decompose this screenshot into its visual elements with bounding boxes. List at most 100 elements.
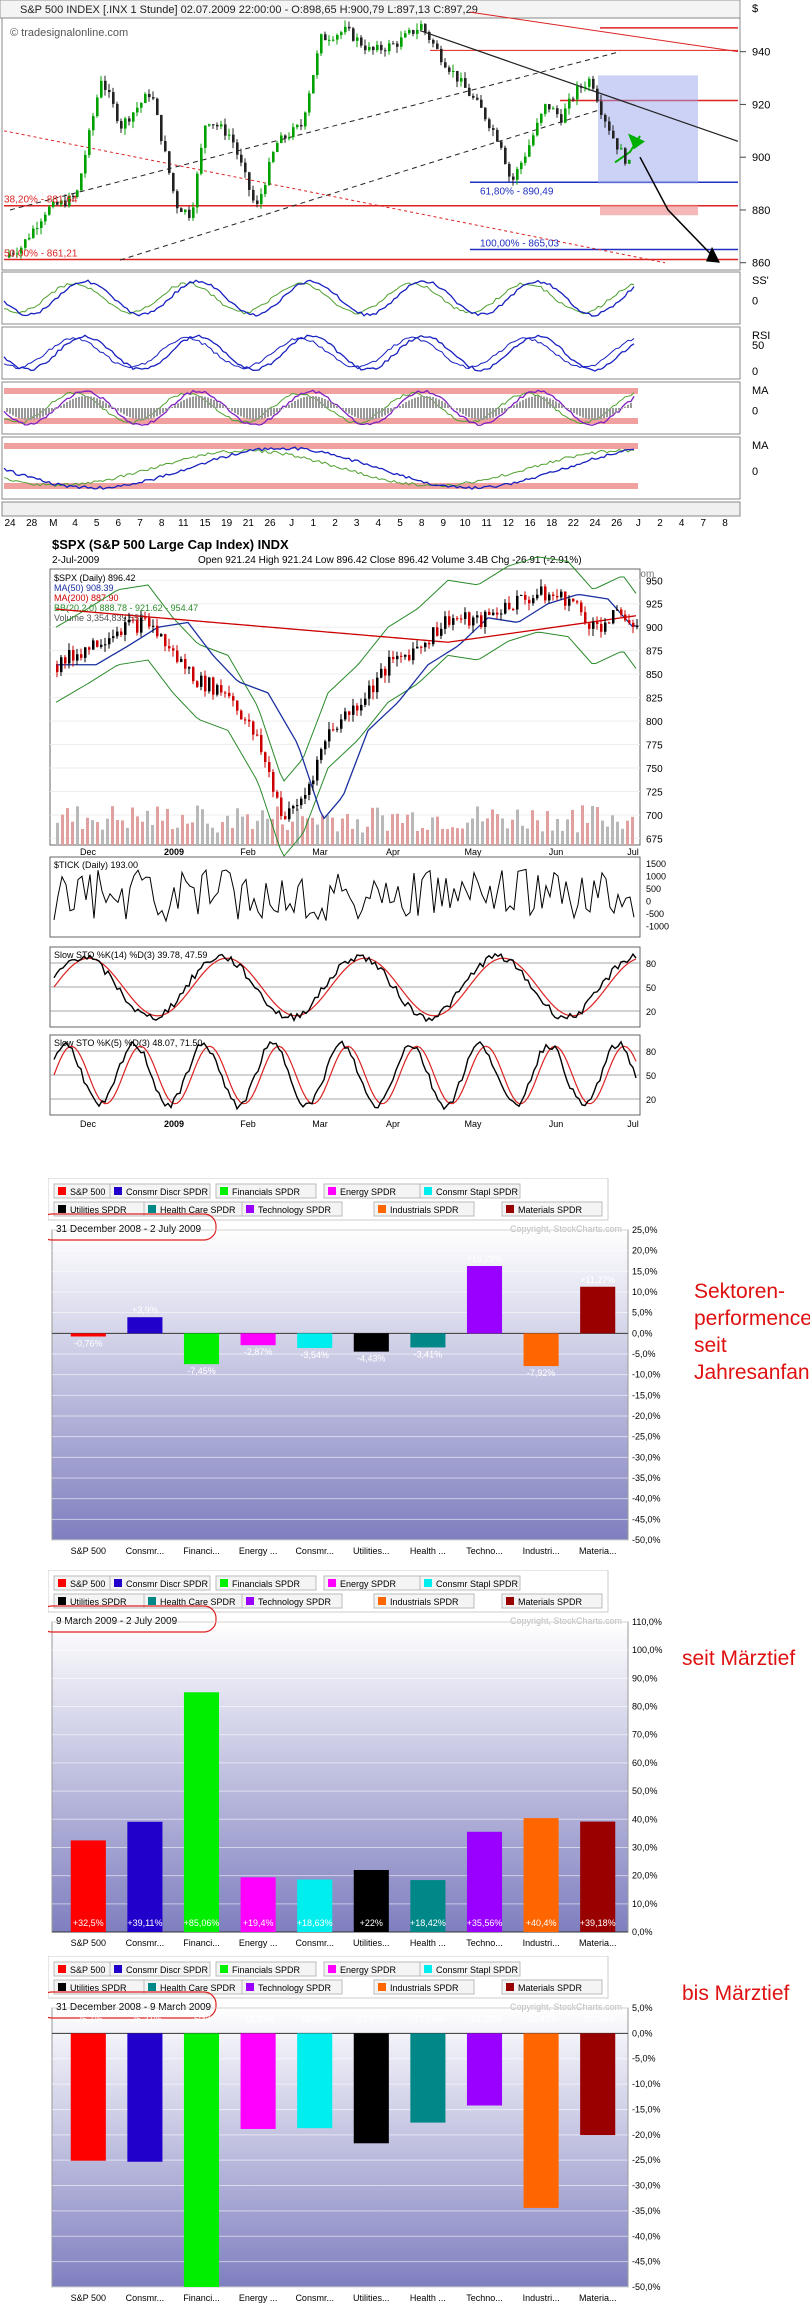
y-tick-label: 15,0% [632,1266,658,1276]
y-tick-label: 70,0% [632,1730,658,1740]
histogram-bar [552,399,554,408]
candle-body [92,116,95,131]
legend-label: S&P 500 [70,1579,105,1589]
sector-bar [297,1333,333,1348]
sector-chart-ytd: S&P 500 Consmr Discr SPDR Financials SPDR E… [48,1178,661,1556]
histogram-bar [411,399,413,408]
histogram-bar [105,402,107,408]
x-tick-label: J [289,518,294,529]
volume-bar [326,814,329,845]
candle-body [176,650,179,662]
candle-body [108,89,111,93]
volume-bar [586,822,589,845]
candle-body [280,135,283,143]
legend-entry: MA(50) 908.39 [54,583,114,593]
y-tick-label: 0,0% [632,1927,653,1937]
category-label: Industri... [523,2293,560,2303]
x-tick-label: 2 [657,518,663,529]
candle-body [240,710,243,720]
volume-bar [221,822,224,845]
histogram-bar [510,407,512,408]
candle-body [208,677,211,692]
histogram-bar [570,408,572,411]
volume-bar [511,819,514,845]
histogram-bar [120,408,122,413]
x-tick-label: Mar [312,1119,328,1129]
volume-bar [321,815,324,845]
volume-bar [56,822,59,845]
bar-value-label: +39,18% [580,1918,616,1928]
legend-entry: Volume 3,354,839,552 [54,613,144,623]
histogram-bar [165,408,167,412]
histogram-bar [522,400,524,408]
candle-body [248,172,251,190]
histogram-bar [354,408,356,417]
histogram-bar [429,396,431,408]
volume-bar [596,807,599,845]
price-tick-label: 700 [646,811,663,822]
price-tick-label: 750 [646,764,663,775]
volume-bar [481,821,484,845]
sector-bar [297,2033,333,2129]
candle-body [496,129,499,142]
candle-body [264,752,267,763]
category-label: Health ... [410,1938,446,1948]
candle-body [92,640,95,650]
x-tick-label: 15 [199,518,211,529]
volume-bar [61,814,64,845]
legend-swatch [148,1597,156,1605]
histogram-bar [84,396,86,408]
x-tick-label: Feb [240,1119,256,1129]
y-tick-label: 40,0% [632,1814,658,1824]
candle-body [468,87,471,96]
sector-bar [466,1266,503,1334]
volume-bar [441,828,444,845]
category-label: Consmr... [126,1546,165,1556]
candle-body [308,93,311,113]
candle-body [620,148,623,150]
candle-body [24,239,27,248]
volume-bar [96,822,99,845]
candle-body [508,163,511,177]
candle-body [288,137,291,139]
histogram-bar [489,408,491,419]
candle-body [224,692,227,694]
x-tick-label: 26 [611,518,623,529]
histogram-bar [465,408,467,416]
volume-bar [416,830,419,845]
candle-body [336,35,339,40]
histogram-bar [432,397,434,408]
candle-body [88,647,91,650]
histogram-bar [24,408,26,420]
legend-swatch [58,1205,66,1213]
candle-body [592,78,595,89]
y-tick-label: 0,0% [632,1328,653,1338]
tick-tick: 1000 [646,872,666,882]
histogram-bar [294,400,296,408]
volume-bar [386,830,389,845]
price-tick-label: 860 [752,258,770,270]
fib-label: 38,20% - 881,64 [4,195,78,206]
candle-body [504,147,507,164]
histogram-bar [216,401,218,408]
histogram-bar [237,408,239,415]
candle-body [472,95,475,98]
candle-body [340,719,343,729]
category-label: Consmr... [295,2293,334,2303]
histogram-bar [231,408,233,412]
candle-body [440,628,443,636]
price-tick-label: 940 [752,47,770,59]
candle-body [352,705,355,715]
x-tick-label: 11 [178,518,189,529]
sp500-hourly-chart: S&P 500 INDEX [.INX 1 Stunde] 02.07.2009… [0,0,810,535]
candle-body [80,654,83,658]
legend-label: Energy SPDR [340,1187,397,1197]
candle-body [556,595,559,598]
histogram-bar [507,408,509,410]
histogram-bar [153,408,155,418]
legend-swatch [378,1205,386,1213]
histogram-bar [267,408,269,418]
candle-body [432,627,435,645]
candle-body [260,735,263,753]
volume-bar [411,812,414,845]
